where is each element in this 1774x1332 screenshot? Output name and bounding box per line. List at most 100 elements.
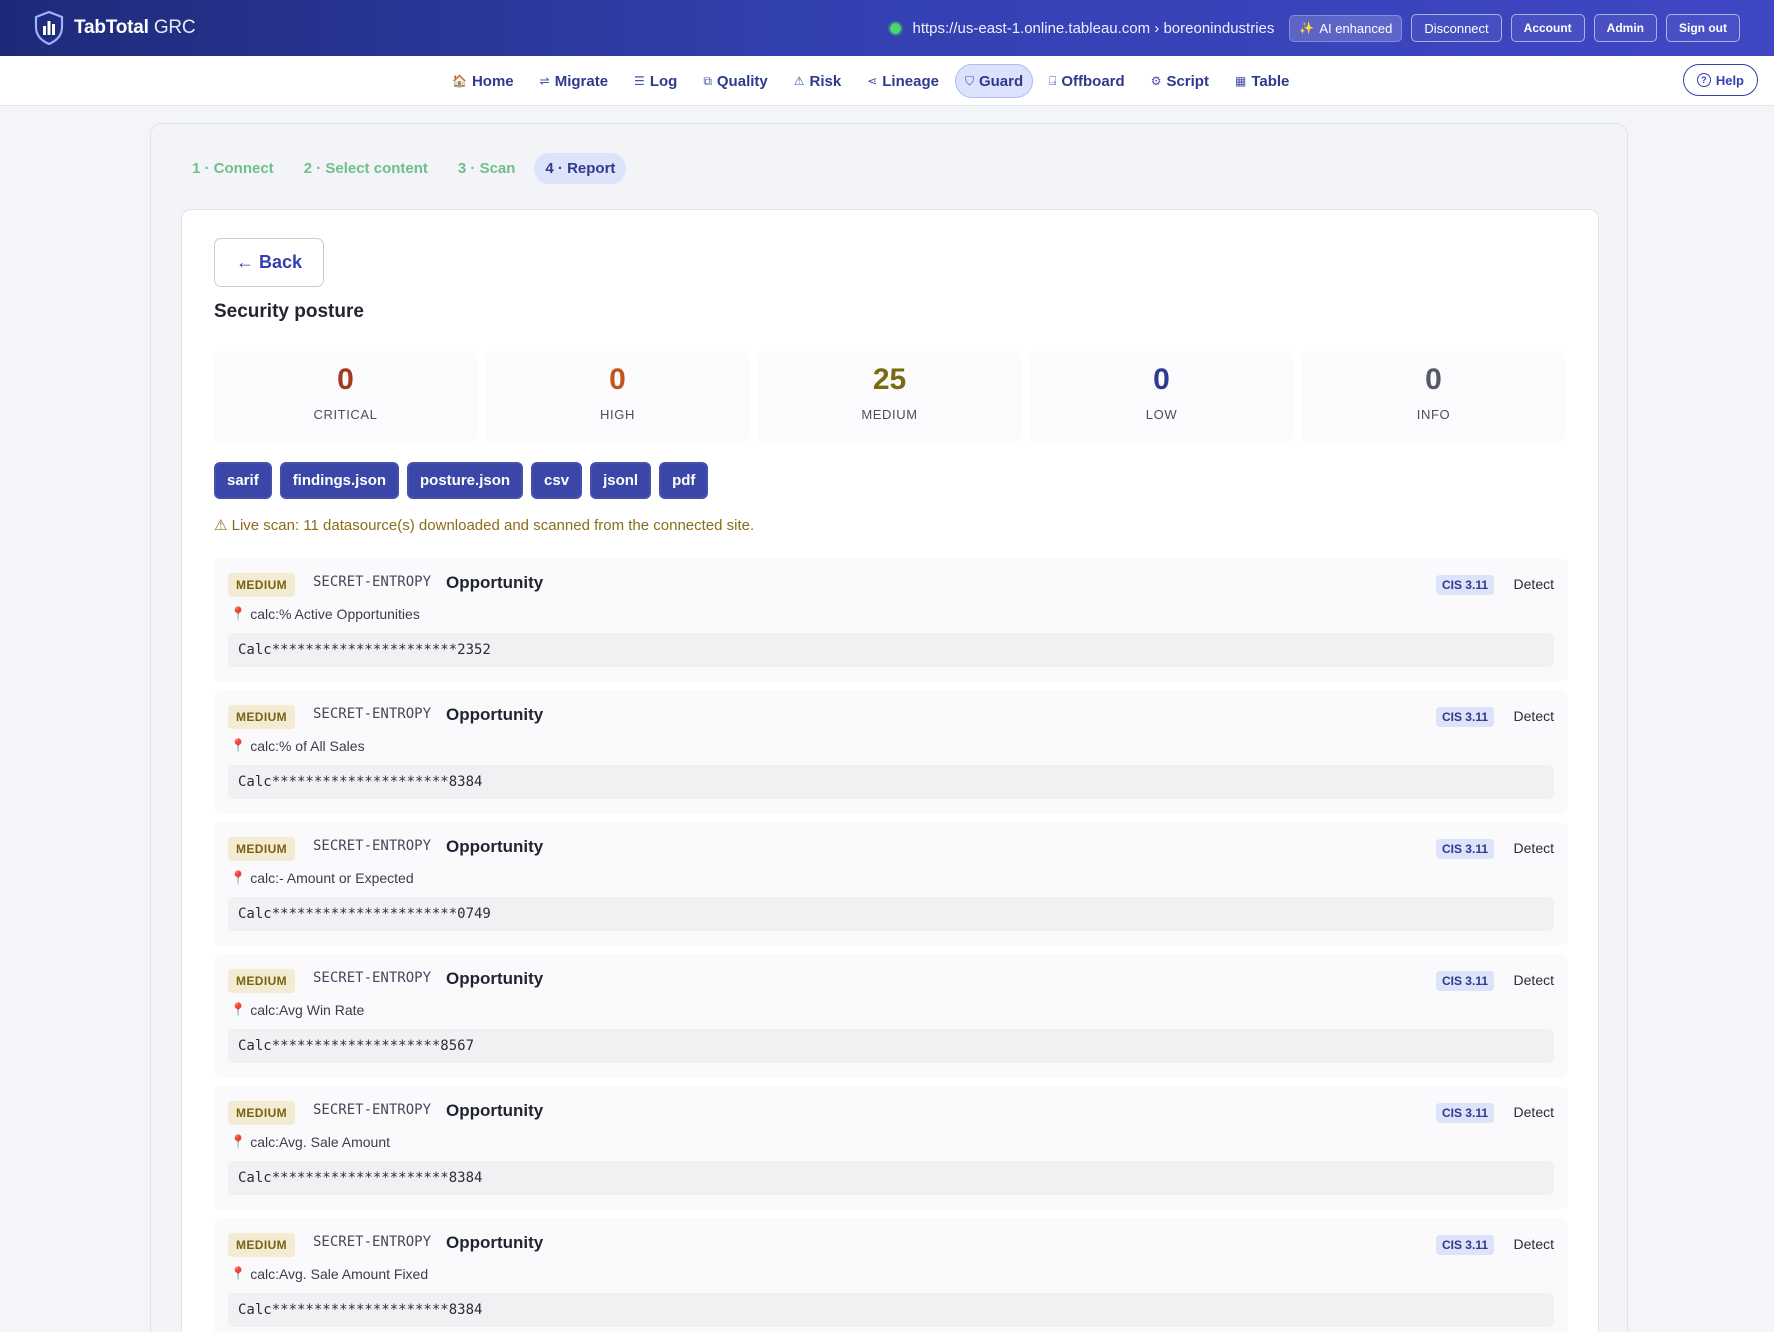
nav-quality[interactable]: ⧉ Quality [693,64,777,98]
finding-card[interactable]: MEDIUM SECRET-ENTROPY Opportunity CIS 3.… [214,1218,1568,1332]
pin-icon: 📍 [230,870,247,885]
brand[interactable]: TabTotal GRC [34,11,196,45]
stat-critical-label: CRITICAL [313,407,378,422]
action-label: Detect [1513,972,1554,988]
finding-title: Opportunity [446,1233,544,1252]
findings-list: MEDIUM SECRET-ENTROPY Opportunity CIS 3.… [214,558,1568,1332]
export-csv-button[interactable]: csv [531,462,583,499]
stat-critical: 0 CRITICAL [214,351,477,444]
stat-high: 0 HIGH [486,351,749,444]
nav-risk[interactable]: ⚠ Risk [784,64,851,98]
rule-id: SECRET-ENTROPY [313,1234,432,1250]
stat-info-value: 0 [1425,363,1442,396]
stat-info-label: INFO [1416,407,1451,422]
finding-title: Opportunity [446,1101,544,1120]
masked-snippet: Calc**********************2352 [228,633,1554,667]
share-icon: ⋖ [867,74,878,88]
migrate-icon: ⇌ [539,74,550,88]
severity-badge: MEDIUM [228,1101,296,1125]
export-sarif-button[interactable]: sarif [214,462,272,499]
nav-home[interactable]: 🏠 Home [442,64,524,98]
log-icon: ☰ [634,74,645,88]
account-button[interactable]: Account [1510,14,1585,42]
stat-medium-label: MEDIUM [861,407,918,422]
severity-badge: MEDIUM [228,573,296,597]
finding-card[interactable]: MEDIUM SECRET-ENTROPY Opportunity CIS 3.… [214,822,1568,946]
nav-table[interactable]: ▦ Table [1225,64,1299,98]
finding-card[interactable]: MEDIUM SECRET-ENTROPY Opportunity CIS 3.… [214,690,1568,814]
nav-lineage[interactable]: ⋖ Lineage [857,64,949,98]
stat-low: 0 LOW [1030,351,1293,444]
pin-icon: 📍 [230,1266,247,1281]
finding-location: 📍 calc:- Amount or Expected [230,870,414,886]
rule-id: SECRET-ENTROPY [313,970,432,986]
rule-id: SECRET-ENTROPY [313,1102,432,1118]
export-jsonl-button[interactable]: jsonl [590,462,652,499]
cis-badge: CIS 3.11 [1435,575,1494,595]
stat-critical-value: 0 [337,363,354,396]
finding-card[interactable]: MEDIUM SECRET-ENTROPY Opportunity CIS 3.… [214,954,1568,1078]
disconnect-button[interactable]: Disconnect [1411,14,1502,42]
pin-icon: 📍 [230,738,247,753]
main-nav: 🏠 Home ⇌ Migrate ☰ Log ⧉ Quality ⚠ Risk ⋖ Line… [0,56,1774,106]
rule-id: SECRET-ENTROPY [313,574,432,590]
action-label: Detect [1513,708,1554,724]
cis-badge: CIS 3.11 [1435,1103,1494,1123]
table-icon: ▦ [1234,74,1247,88]
nav-guard[interactable]: ⛉ Guard [954,64,1034,98]
finding-title: Opportunity [446,837,544,856]
connection-status-icon [889,22,901,34]
cis-badge: CIS 3.11 [1435,1235,1494,1255]
finding-location: 📍 calc:% Active Opportunities [230,606,420,622]
nav-log[interactable]: ☰ Log [624,64,687,98]
nav-migrate[interactable]: ⇌ Migrate [530,64,618,98]
nav-offboard[interactable]: ⍈ Offboard [1039,64,1135,98]
finding-location: 📍 calc:Avg Win Rate [230,1002,365,1018]
stat-medium: 25 MEDIUM [758,351,1021,444]
help-button[interactable]: ? Help [1682,64,1758,96]
export-buttons: sarif findings.json posture.json csv jso… [214,462,709,499]
finding-title: Opportunity [446,573,544,592]
finding-title: Opportunity [446,969,544,988]
step-scan[interactable]: 3 · Scan [447,153,527,184]
guard-panel: 1 · Connect 2 · Select content 3 · Scan … [150,123,1628,1332]
severity-badge: MEDIUM [228,705,296,729]
warning-icon: ⚠ [793,74,805,88]
finding-card[interactable]: MEDIUM SECRET-ENTROPY Opportunity CIS 3.… [214,558,1568,682]
sparkle-icon: ✨ [1299,21,1315,35]
export-posture-json-button[interactable]: posture.json [407,462,524,499]
export-pdf-button[interactable]: pdf [659,462,709,499]
action-label: Detect [1513,1236,1554,1252]
finding-location: 📍 calc:Avg. Sale Amount [230,1134,391,1150]
step-report[interactable]: 4 · Report [534,153,627,184]
quality-icon: ⧉ [703,73,712,88]
shield-icon: ⛉ [964,73,974,88]
rule-id: SECRET-ENTROPY [313,706,432,722]
finding-location: 📍 calc:Avg. Sale Amount Fixed [230,1266,429,1282]
stat-high-label: HIGH [600,407,635,422]
top-header: TabTotal GRC https://us-east-1.online.ta… [0,0,1774,56]
offboard-icon: ⍈ [1049,73,1057,88]
nav-script[interactable]: ⚙ Script [1141,64,1219,98]
cis-badge: CIS 3.11 [1435,707,1494,727]
masked-snippet: Calc********************8567 [228,1029,1554,1063]
finding-card[interactable]: MEDIUM SECRET-ENTROPY Opportunity CIS 3.… [214,1086,1568,1210]
shield-logo-icon [34,11,64,45]
action-label: Detect [1513,1104,1554,1120]
admin-button[interactable]: Admin [1593,14,1657,42]
home-icon: 🏠 [452,74,467,88]
step-select-content[interactable]: 2 · Select content [293,153,439,184]
export-findings-json-button[interactable]: findings.json [279,462,400,499]
sign-out-button[interactable]: Sign out [1666,14,1740,42]
page-title: Security posture [214,301,364,322]
action-label: Detect [1513,840,1554,856]
finding-title: Opportunity [446,705,544,724]
back-button[interactable]: ← Back [214,238,324,287]
cis-badge: CIS 3.11 [1435,839,1494,859]
stat-high-value: 0 [609,363,626,396]
masked-snippet: Calc**********************0749 [228,897,1554,931]
step-connect[interactable]: 1 · Connect [181,153,285,184]
brand-name: TabTotal GRC [74,17,196,38]
site-url: https://us-east-1.online.tableau.com › b… [912,19,1275,37]
severity-badge: MEDIUM [228,969,296,993]
